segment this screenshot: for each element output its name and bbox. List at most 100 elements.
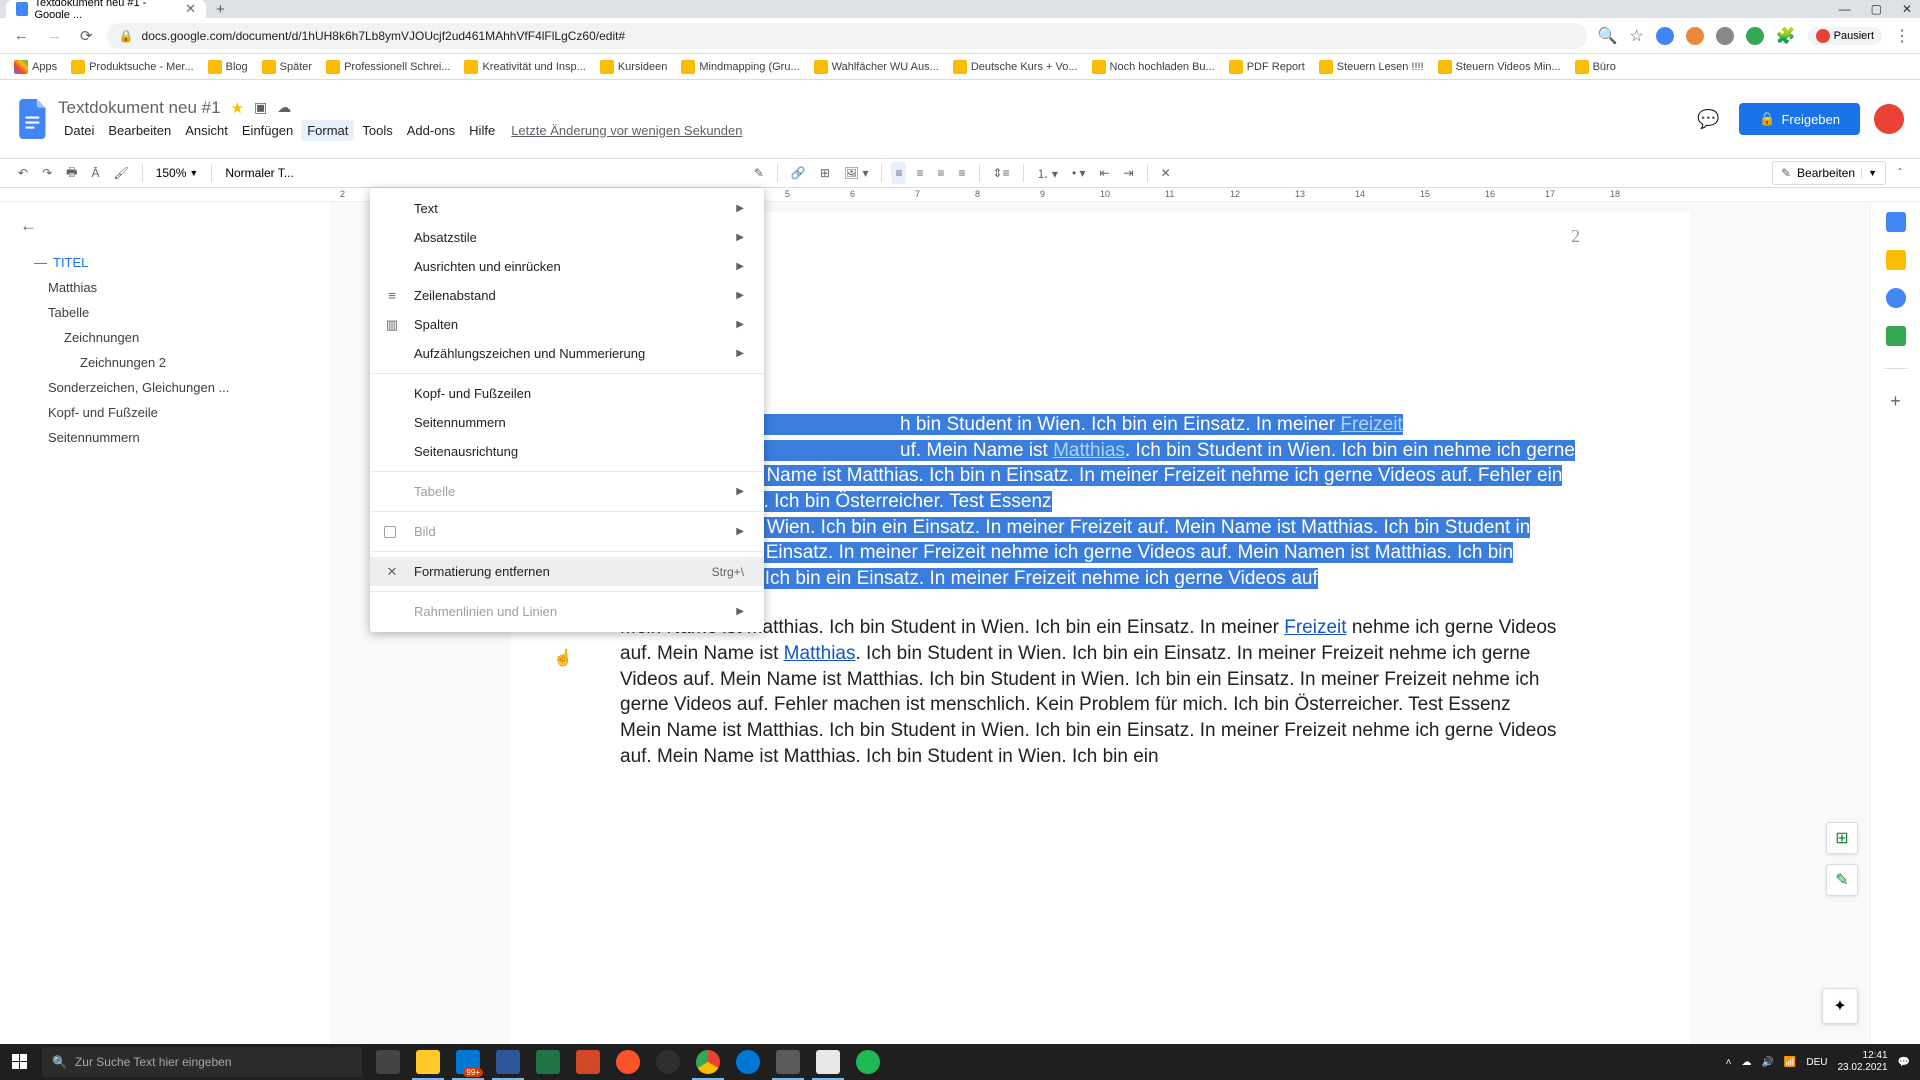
cloud-saved-icon[interactable]: ☁ xyxy=(277,99,291,116)
format-menu-item[interactable]: ✕Formatierung entfernenStrg+\ xyxy=(370,557,764,586)
zoom-icon[interactable]: 🔍 xyxy=(1597,26,1617,46)
reload-button[interactable]: ⟳ xyxy=(76,27,97,45)
redo-button[interactable]: ↷ xyxy=(38,162,56,184)
bookmark-star-icon[interactable]: ☆ xyxy=(1629,26,1643,46)
last-edit-link[interactable]: Letzte Änderung vor wenigen Sekunden xyxy=(511,120,742,141)
decrease-indent-button[interactable]: ⇤ xyxy=(1096,162,1114,184)
add-comment-button[interactable]: ⊞ xyxy=(1826,822,1858,854)
edge-icon[interactable] xyxy=(728,1044,768,1080)
paint-format-button[interactable]: 🖌 xyxy=(109,162,132,184)
star-icon[interactable]: ★ xyxy=(231,99,244,117)
bookmark-item[interactable]: Produktsuche - Mer... xyxy=(71,60,194,74)
clock[interactable]: 12:41 23.02.2021 xyxy=(1837,1050,1887,1074)
format-menu-item[interactable]: Ausrichten und einrücken▶ xyxy=(370,252,764,281)
bookmark-item[interactable]: Noch hochladen Bu... xyxy=(1092,60,1215,74)
extension-icon[interactable] xyxy=(1716,27,1734,45)
bookmark-item[interactable]: Steuern Lesen !!!! xyxy=(1319,60,1424,74)
spotify-icon[interactable] xyxy=(848,1044,888,1080)
outline-item[interactable]: TITEL xyxy=(20,250,310,275)
menu-datei[interactable]: Datei xyxy=(58,120,100,141)
bookmark-item[interactable]: Deutsche Kurs + Vo... xyxy=(953,60,1078,74)
bookmark-item[interactable]: Steuern Videos Min... xyxy=(1438,60,1561,74)
explore-button[interactable]: ✦ xyxy=(1822,988,1858,1024)
outline-item[interactable]: Zeichnungen xyxy=(20,325,310,350)
bulleted-list-button[interactable]: • ▾ xyxy=(1068,162,1090,184)
bookmark-item[interactable]: Apps xyxy=(14,60,57,74)
document-text[interactable]: h bin Student in Wien. Ich bin ein Einsa… xyxy=(620,412,1580,769)
bookmark-item[interactable]: Kursideen xyxy=(600,60,668,74)
menu-bearbeiten[interactable]: Bearbeiten xyxy=(102,120,177,141)
volume-icon[interactable]: 🔊 xyxy=(1761,1057,1773,1068)
insert-link-button[interactable]: 🔗 xyxy=(787,162,810,184)
extension-icon[interactable] xyxy=(1686,27,1704,45)
user-avatar[interactable] xyxy=(1874,104,1904,134)
tasks-icon[interactable] xyxy=(1886,288,1906,308)
align-right-button[interactable]: ≡ xyxy=(934,162,949,184)
powerpoint-icon[interactable] xyxy=(568,1044,608,1080)
format-menu-item[interactable]: Aufzählungszeichen und Nummerierung▶ xyxy=(370,339,764,368)
tray-chevron-icon[interactable]: ˄ xyxy=(1726,1057,1732,1068)
notification-icon[interactable]: 💬 xyxy=(1898,1057,1910,1068)
browser-tab[interactable]: Textdokument neu #1 - Google ... ✕ xyxy=(6,0,206,18)
menu-tools[interactable]: Tools xyxy=(356,120,398,141)
move-folder-icon[interactable]: ▣ xyxy=(254,99,267,116)
format-menu-item[interactable]: ≡Zeilenabstand▶ xyxy=(370,281,764,310)
numbered-list-button[interactable]: ⒈ ▾ xyxy=(1033,161,1062,186)
extension-icon[interactable] xyxy=(1746,27,1764,45)
format-menu-item[interactable]: Seitennummern xyxy=(370,408,764,437)
spellcheck-button[interactable]: Ā xyxy=(87,162,103,184)
insert-comment-button[interactable]: ⊞ xyxy=(816,162,834,184)
taskbar-search[interactable]: 🔍 Zur Suche Text hier eingeben xyxy=(42,1047,362,1077)
paragraph-style-select[interactable]: Normaler T... xyxy=(221,164,297,182)
window-close[interactable]: ✕ xyxy=(1902,2,1912,16)
comments-button[interactable]: 💬 xyxy=(1691,102,1725,136)
clear-formatting-button[interactable]: ✕ xyxy=(1157,162,1175,184)
calendar-icon[interactable] xyxy=(1886,212,1906,232)
format-menu-item[interactable]: Absatzstile▶ xyxy=(370,223,764,252)
line-spacing-button[interactable]: ⇕≡ xyxy=(989,162,1014,184)
outline-item[interactable]: Sonderzeichen, Gleichungen ... xyxy=(20,375,310,400)
align-justify-button[interactable]: ≡ xyxy=(955,162,970,184)
profile-paused-badge[interactable]: Pausiert xyxy=(1808,27,1882,45)
share-button[interactable]: 🔒 Freigeben xyxy=(1739,103,1860,135)
extension-icon[interactable] xyxy=(1656,27,1674,45)
outline-item[interactable]: Seitennummern xyxy=(20,425,310,450)
outline-back-button[interactable]: ← xyxy=(20,216,310,236)
menu-dots-icon[interactable]: ⋮ xyxy=(1894,26,1910,46)
align-left-button[interactable]: ≡ xyxy=(891,162,906,184)
bookmark-item[interactable]: PDF Report xyxy=(1229,60,1305,74)
language-indicator[interactable]: DEU xyxy=(1806,1057,1827,1068)
word-icon[interactable] xyxy=(488,1044,528,1080)
window-maximize[interactable]: ▢ xyxy=(1871,2,1882,16)
bookmark-item[interactable]: Professionell Schrei... xyxy=(326,60,450,74)
maps-icon[interactable] xyxy=(1886,326,1906,346)
extensions-puzzle-icon[interactable]: 🧩 xyxy=(1776,26,1796,46)
bookmark-item[interactable]: Später xyxy=(262,60,312,74)
keep-icon[interactable] xyxy=(1886,250,1906,270)
zoom-select[interactable]: 150% ▼ xyxy=(152,164,203,182)
docs-logo[interactable] xyxy=(16,96,50,142)
suggest-edits-button[interactable]: ✎ xyxy=(1826,864,1858,896)
close-tab-icon[interactable]: ✕ xyxy=(185,1,196,17)
wifi-icon[interactable]: 📶 xyxy=(1784,1057,1796,1068)
chrome-icon[interactable] xyxy=(688,1044,728,1080)
obs-icon[interactable] xyxy=(648,1044,688,1080)
notepad-icon[interactable] xyxy=(808,1044,848,1080)
format-menu-item[interactable]: Text▶ xyxy=(370,194,764,223)
bookmark-item[interactable]: Büro xyxy=(1575,60,1616,74)
cloud-icon[interactable]: ☁ xyxy=(1741,1057,1751,1068)
print-button[interactable]: 🖶 xyxy=(62,159,81,188)
document-title[interactable]: Textdokument neu #1 xyxy=(58,98,221,118)
task-view-button[interactable] xyxy=(368,1044,408,1080)
bookmark-item[interactable]: Mindmapping (Gru... xyxy=(681,60,799,74)
address-bar[interactable]: 🔒 docs.google.com/document/d/1hUH8k6h7Lb… xyxy=(107,23,1588,49)
file-explorer-icon[interactable] xyxy=(408,1044,448,1080)
format-menu-item[interactable]: Seitenausrichtung xyxy=(370,437,764,466)
excel-icon[interactable] xyxy=(528,1044,568,1080)
taskbar-app-icon[interactable]: 99+ xyxy=(448,1044,488,1080)
outline-item[interactable]: Tabelle xyxy=(20,300,310,325)
outline-item[interactable]: Zeichnungen 2 xyxy=(20,350,310,375)
highlight-color-button[interactable]: ✎ xyxy=(750,162,768,184)
menu-add-ons[interactable]: Add-ons xyxy=(401,120,461,141)
align-center-button[interactable]: ≡ xyxy=(912,162,927,184)
